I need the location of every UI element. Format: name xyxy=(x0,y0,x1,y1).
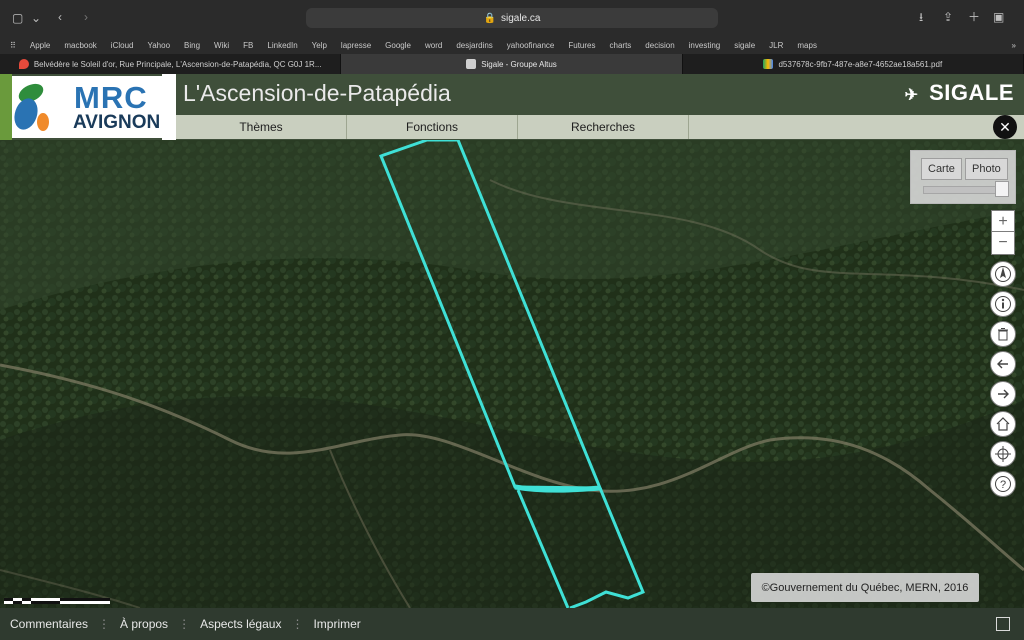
main-menu: Thèmes Fonctions Recherches xyxy=(176,115,1024,139)
close-icon: ✕ xyxy=(999,118,1011,135)
chevron-down-icon[interactable]: ⌄ xyxy=(31,12,41,24)
zoom-out-icon: − xyxy=(998,234,1008,251)
svg-text:?: ? xyxy=(1000,479,1006,491)
bookmark-icloud[interactable]: iCloud xyxy=(111,41,134,50)
bookmark-yelp[interactable]: Yelp xyxy=(312,41,327,50)
home-button[interactable] xyxy=(990,411,1016,437)
previous-extent-button[interactable] xyxy=(990,351,1016,377)
bookmark-apple[interactable]: Apple xyxy=(30,41,50,50)
bookmark-word[interactable]: word xyxy=(425,41,442,50)
address-bar[interactable]: 🔒 sigale.ca xyxy=(306,8,718,28)
zoom-in-icon: + xyxy=(998,213,1008,230)
next-extent-button[interactable] xyxy=(990,381,1016,407)
bookmark-investing[interactable]: investing xyxy=(689,41,721,50)
tab-label: Belvédère le Soleil d'or, Rue Principale… xyxy=(33,59,322,69)
app-footer: Commentaires ⋮ À propos ⋮ Aspects légaux… xyxy=(0,608,1024,640)
bookmark-fb[interactable]: FB xyxy=(243,41,253,50)
help-button[interactable]: ? xyxy=(990,471,1016,497)
page-title: L'Ascension-de-Patapédia xyxy=(183,80,451,106)
more-bookmarks-icon[interactable]: » xyxy=(1012,41,1016,50)
footer-about-link[interactable]: À propos xyxy=(110,617,178,631)
tab-strip: Belvédère le Soleil d'or, Rue Principale… xyxy=(0,54,1024,74)
crosshair-icon xyxy=(995,446,1011,462)
tab-label: Sigale - Groupe Altus xyxy=(481,59,557,69)
bookmark-charts[interactable]: charts xyxy=(610,41,632,50)
download-icon[interactable]: ⭳ xyxy=(919,11,923,23)
bookmarks-bar: ⠿ Apple macbook iCloud Yahoo Bing Wiki F… xyxy=(0,36,1024,54)
satellite-map xyxy=(0,140,1024,608)
menu-themes[interactable]: Thèmes xyxy=(176,115,347,139)
lock-icon: 🔒 xyxy=(483,12,496,24)
bookmark-decision[interactable]: decision xyxy=(645,41,674,50)
bookmark-sigale[interactable]: sigale xyxy=(734,41,755,50)
forward-arrow-icon xyxy=(998,389,1009,399)
tab-label: d537678c-9fb7-487e-a8e7-4652ae18a561.pdf xyxy=(778,59,943,69)
forward-icon[interactable]: › xyxy=(84,11,88,23)
info-icon xyxy=(995,296,1011,312)
locate-button[interactable] xyxy=(990,441,1016,467)
bookmark-yahoofinance[interactable]: yahoofinance xyxy=(507,41,555,50)
compass-icon xyxy=(995,266,1011,282)
back-icon[interactable]: ‹ xyxy=(58,11,62,23)
bookmark-futures[interactable]: Futures xyxy=(568,41,595,50)
menu-fonctions[interactable]: Fonctions xyxy=(347,115,518,139)
share-icon[interactable]: ⇪ xyxy=(943,11,953,23)
delete-button[interactable] xyxy=(990,321,1016,347)
sidebar-toggle-icon[interactable]: ▢ xyxy=(12,12,23,24)
sigale-favicon xyxy=(466,59,477,69)
logo-left-band xyxy=(0,74,12,140)
bookmark-maps[interactable]: maps xyxy=(797,41,817,50)
layer-switcher: Carte Photo xyxy=(910,150,1016,204)
help-icon: ? xyxy=(995,476,1011,492)
drive-icon xyxy=(763,59,774,69)
tab-pdf[interactable]: d537678c-9fb7-487e-a8e7-4652ae18a561.pdf xyxy=(683,54,1024,74)
bookmark-google[interactable]: Google xyxy=(385,41,411,50)
tab-overview-icon[interactable]: ▣ xyxy=(993,11,1004,23)
bookmark-lapresse[interactable]: lapresse xyxy=(341,41,371,50)
footer-separator: ⋮ xyxy=(178,617,191,631)
plane-icon: ✈ xyxy=(904,87,919,104)
info-button[interactable] xyxy=(990,291,1016,317)
footer-separator: ⋮ xyxy=(98,617,111,631)
url-text: sigale.ca xyxy=(500,12,541,24)
bookmark-macbook[interactable]: macbook xyxy=(64,41,96,50)
footer-legal-link[interactable]: Aspects légaux xyxy=(190,617,291,631)
photo-button[interactable]: Photo xyxy=(965,158,1008,180)
opacity-slider-handle[interactable] xyxy=(995,181,1009,197)
back-arrow-icon xyxy=(997,359,1008,369)
resize-icon[interactable] xyxy=(996,617,1010,631)
sigale-brand: ✈ SIGALE xyxy=(905,80,1014,106)
home-icon xyxy=(996,417,1010,431)
compass-button[interactable] xyxy=(990,261,1016,287)
zoom-out-button[interactable]: − xyxy=(991,231,1015,255)
bookmark-wiki[interactable]: Wiki xyxy=(214,41,229,50)
footer-comments-link[interactable]: Commentaires xyxy=(0,617,98,631)
logo-mrc: MRC xyxy=(74,80,148,115)
bookmark-jlr[interactable]: JLR xyxy=(769,41,783,50)
tab-sigale[interactable]: Sigale - Groupe Altus xyxy=(341,54,683,74)
maps-pin-icon xyxy=(18,59,29,69)
logo-right-pad xyxy=(162,74,176,140)
close-panel-button[interactable]: ✕ xyxy=(993,115,1017,139)
tab-maps[interactable]: Belvédère le Soleil d'or, Rue Principale… xyxy=(0,54,342,74)
footer-separator: ⋮ xyxy=(291,617,304,631)
mrc-avignon-logo[interactable]: MRC AVIGNON xyxy=(12,76,162,138)
footer-print-link[interactable]: Imprimer xyxy=(303,617,370,631)
copyright-box: ©Gouvernement du Québec, MERN, 2016 xyxy=(751,573,979,602)
new-tab-icon[interactable]: ＋ xyxy=(968,11,980,23)
bookmark-bing[interactable]: Bing xyxy=(184,41,200,50)
copyright-text: ©Gouvernement du Québec, MERN, 2016 xyxy=(761,581,969,594)
map-viewport[interactable] xyxy=(0,140,1024,608)
menu-recherches[interactable]: Recherches xyxy=(518,115,689,139)
scale-bar xyxy=(4,598,110,604)
logo-avignon: AVIGNON xyxy=(73,112,161,133)
trash-icon xyxy=(998,328,1008,341)
bookmark-linkedin[interactable]: LinkedIn xyxy=(267,41,297,50)
apps-grid-icon[interactable]: ⠿ xyxy=(10,41,16,50)
bookmark-yahoo[interactable]: Yahoo xyxy=(147,41,170,50)
brand-text: SIGALE xyxy=(929,80,1014,105)
carte-button[interactable]: Carte xyxy=(921,158,962,180)
bookmark-desjardins[interactable]: desjardins xyxy=(456,41,492,50)
